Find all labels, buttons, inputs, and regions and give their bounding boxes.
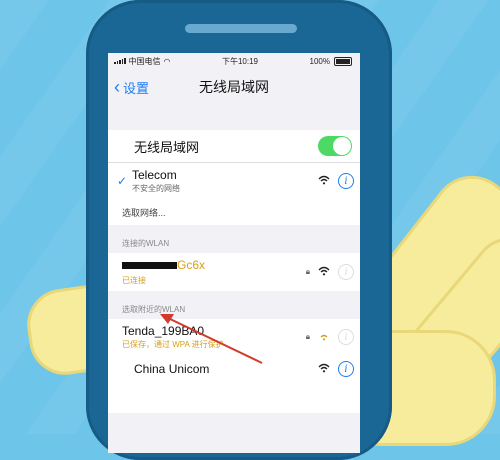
connected-network-name: Gc6x xyxy=(177,258,206,272)
network-subtitle: 已保存，通过 WPA 进行保护 xyxy=(122,340,224,349)
current-network-row[interactable]: ✓ Telecom 不安全的网络 i xyxy=(108,163,360,199)
nav-bar: ‹ 设置 无线局域网 xyxy=(108,69,360,105)
redaction-bar xyxy=(122,262,177,270)
phone-speaker xyxy=(185,24,297,33)
wifi-icon xyxy=(318,266,330,279)
choose-network-row: 选取网络... xyxy=(108,199,360,225)
wifi-label: 无线局域网 xyxy=(134,139,200,155)
wifi-toggle-row: 无线局域网 xyxy=(108,130,360,163)
chevron-left-icon: ‹ xyxy=(114,77,120,97)
info-icon[interactable]: i xyxy=(338,361,354,377)
battery-label: 100% xyxy=(309,56,330,66)
list-item xyxy=(108,383,360,413)
lock-icon: 🔒︎ xyxy=(305,332,310,341)
carrier-label: 中国电信 xyxy=(128,56,161,66)
connected-status: 已连接 xyxy=(122,276,146,285)
back-label: 设置 xyxy=(123,80,150,96)
nearby-section-header: 选取附近的WLAN xyxy=(122,305,186,314)
wifi-icon xyxy=(318,175,330,188)
signal-icon xyxy=(114,58,126,64)
info-icon[interactable]: i xyxy=(338,264,354,280)
network-row-tenda[interactable]: Tenda_199BA0 已保存，通过 WPA 进行保护 🔒︎ i xyxy=(108,319,360,355)
battery-icon xyxy=(333,56,352,66)
connected-network-row[interactable]: Gc6x 已连接 🔒︎ i xyxy=(108,253,360,291)
lock-icon: 🔒︎ xyxy=(305,267,310,276)
wifi-icon xyxy=(318,363,330,376)
network-row-china-unicom[interactable]: China Unicom i xyxy=(108,355,360,383)
time-label: 下午10:19 xyxy=(221,56,259,66)
checkmark-icon: ✓ xyxy=(116,174,128,188)
wifi-status-icon: ◠ xyxy=(163,56,171,66)
choose-network-label: 选取网络... xyxy=(122,207,166,218)
phone-screen: 中国电信 ◠ 下午10:19 100% ‹ 设置 无线局域网 无线局域网 ✓ T… xyxy=(108,53,360,453)
network-name: Tenda_199BA0 xyxy=(122,324,205,338)
current-network-name: Telecom xyxy=(132,168,177,182)
info-icon[interactable]: i xyxy=(338,329,354,345)
connected-section-header: 连接的WLAN xyxy=(122,239,170,248)
status-bar: 中国电信 ◠ 下午10:19 100% xyxy=(108,53,360,69)
current-network-subtitle: 不安全的网络 xyxy=(132,184,180,193)
wifi-icon xyxy=(318,331,330,344)
info-icon[interactable]: i xyxy=(338,173,354,189)
back-button[interactable]: ‹ 设置 xyxy=(108,78,149,97)
network-name: China Unicom xyxy=(134,362,210,376)
wifi-toggle[interactable] xyxy=(318,136,352,156)
